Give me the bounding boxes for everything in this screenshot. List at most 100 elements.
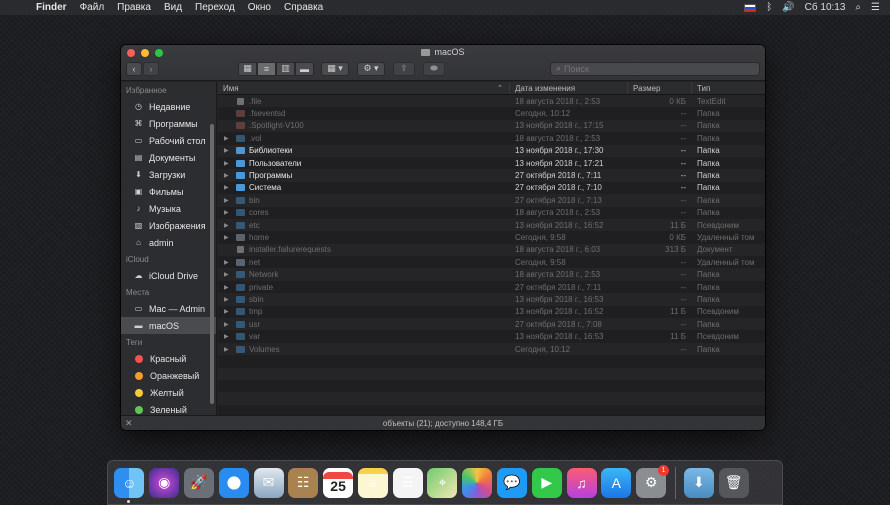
reminders-icon[interactable]: ☰ bbox=[392, 467, 423, 498]
disclosure-triangle-icon[interactable]: ▶ bbox=[224, 160, 233, 167]
safari-icon[interactable]: ✦ bbox=[218, 467, 249, 498]
table-row[interactable]: ▶ net Сегодня, 9:58 -- Удаленный том bbox=[218, 256, 765, 269]
menu-finder[interactable]: Finder bbox=[36, 2, 67, 13]
table-row[interactable]: ▶ etc 13 ноября 2018 г., 16:52 11 Б Псевдони… bbox=[218, 218, 765, 232]
menu-help[interactable]: Справка bbox=[284, 2, 323, 13]
bluetooth-icon[interactable]: ᛒ bbox=[766, 2, 772, 13]
column-header-date[interactable]: Дата изменения bbox=[510, 82, 628, 94]
trash-icon[interactable]: 🗑 bbox=[718, 467, 749, 498]
menu-edit[interactable]: Правка bbox=[117, 2, 151, 13]
disclosure-triangle-icon[interactable]: ▶ bbox=[224, 172, 233, 179]
disclosure-triangle-icon[interactable]: ▶ bbox=[224, 321, 233, 328]
sidebar-item-favorites-0[interactable]: ◷ Недавние bbox=[121, 98, 216, 115]
share-button[interactable]: ⇪ bbox=[393, 61, 415, 76]
table-row[interactable]: ▶ cores 18 августа 2018 г., 2:53 -- Папка bbox=[218, 206, 765, 219]
sidebar-item-favorites-6[interactable]: ♪ Музыка bbox=[121, 200, 216, 217]
menu-window[interactable]: Окно bbox=[248, 2, 271, 13]
disclosure-triangle-icon[interactable]: ▶ bbox=[224, 308, 233, 315]
table-row[interactable]: installer.failurerequests 18 августа 2018… bbox=[218, 243, 765, 257]
sidebar-item-favorites-2[interactable]: ▭ Рабочий стол bbox=[121, 132, 216, 149]
sidebar-item-favorites-3[interactable]: ▤ Документы bbox=[121, 149, 216, 166]
siri-icon[interactable]: ◉ bbox=[149, 467, 180, 498]
sidebar-tag-0[interactable]: Красный bbox=[121, 350, 216, 367]
system-preferences-icon[interactable]: ⚙ 1 bbox=[636, 464, 670, 498]
search-input[interactable] bbox=[564, 63, 745, 74]
disclosure-triangle-icon[interactable]: ▶ bbox=[224, 234, 233, 241]
table-row[interactable]: ▶ var 13 ноября 2018 г., 16:53 11 Б Псевдони… bbox=[218, 330, 765, 343]
menu-view[interactable]: Вид bbox=[164, 2, 182, 13]
table-row[interactable]: ▶ Библиотеки 13 ноября 2018 г., 17:30 -- Пап… bbox=[218, 144, 765, 157]
title-bar[interactable]: macOS ‹ › ▦ ≡ ▥ ▬ ▦ ▾ ⚙ ▾ ⇪ ⬬ ⌕ bbox=[121, 45, 765, 81]
contacts-icon[interactable]: ☷ bbox=[288, 467, 319, 498]
forward-button[interactable]: › bbox=[143, 61, 159, 76]
downloads-folder-icon[interactable]: ⬇ bbox=[683, 467, 714, 498]
itunes-icon[interactable]: ♫ bbox=[566, 467, 597, 498]
menu-go[interactable]: Переход bbox=[195, 2, 235, 13]
back-button[interactable]: ‹ bbox=[126, 61, 142, 76]
disclosure-triangle-icon[interactable]: ▶ bbox=[224, 333, 233, 340]
table-row[interactable]: ▶ usr 27 октября 2018 г., 7:08 -- Папка bbox=[218, 318, 765, 331]
table-row[interactable]: ▶ bin 27 октября 2018 г., 7:13 -- Папка bbox=[218, 194, 765, 207]
messages-icon[interactable]: 💬 bbox=[496, 467, 527, 498]
table-row[interactable]: .fseventsd Сегодня, 10:12 -- Папка bbox=[218, 107, 765, 120]
disclosure-triangle-icon[interactable]: ▶ bbox=[224, 147, 233, 154]
disclosure-triangle-icon[interactable]: ▶ bbox=[224, 271, 233, 278]
sidebar-item-locations-1[interactable]: ▬ macOS bbox=[121, 317, 216, 334]
disclosure-triangle-icon[interactable]: ▶ bbox=[224, 296, 233, 303]
table-row[interactable]: ▶ .vol 18 августа 2018 г., 2:53 -- Папка bbox=[218, 132, 765, 145]
sidebar-tag-3[interactable]: Зеленый bbox=[121, 401, 216, 415]
appstore-icon[interactable]: A bbox=[601, 467, 632, 498]
finder-icon[interactable]: ☺ bbox=[114, 467, 145, 503]
menu-file[interactable]: Файл bbox=[80, 2, 105, 13]
column-header-kind[interactable]: Тип bbox=[692, 82, 765, 94]
sidebar-tag-2[interactable]: Желтый bbox=[121, 384, 216, 401]
volume-icon[interactable]: 🔊 bbox=[782, 2, 794, 13]
sidebar-item-locations-0[interactable]: ▭ Mac — Admin bbox=[121, 300, 216, 317]
sidebar-tag-1[interactable]: Оранжевый bbox=[121, 367, 216, 384]
table-row[interactable]: ▶ private 27 октября 2018 г., 7:11 -- Папка bbox=[218, 280, 765, 294]
icon-view-button[interactable]: ▦ bbox=[238, 61, 257, 76]
disclosure-triangle-icon[interactable]: ▶ bbox=[224, 259, 233, 266]
disclosure-triangle-icon[interactable]: ▶ bbox=[224, 284, 233, 291]
calendar-icon[interactable]: 25 bbox=[323, 467, 354, 498]
disclosure-triangle-icon[interactable]: ▶ bbox=[224, 197, 233, 204]
maps-icon[interactable]: ⌖ bbox=[427, 467, 458, 498]
table-row[interactable]: ▶ sbin 13 ноября 2018 г., 16:53 -- Папка bbox=[218, 293, 765, 306]
sidebar-item-favorites-5[interactable]: ▣ Фильмы bbox=[121, 183, 216, 200]
column-header-name[interactable]: Имя ⌃ bbox=[218, 82, 510, 94]
disclosure-triangle-icon[interactable]: ▶ bbox=[224, 135, 233, 142]
clock[interactable]: Сб 10:13 bbox=[805, 2, 846, 13]
launchpad-icon[interactable]: 🚀 bbox=[183, 467, 214, 498]
table-row[interactable]: ▶ Система 27 октября 2018 г., 7:10 -- Папка bbox=[218, 181, 765, 195]
column-header-size[interactable]: Размер bbox=[628, 82, 692, 94]
table-row[interactable]: ▶ Volumes Сегодня, 10:12 -- Папка bbox=[218, 342, 765, 356]
disclosure-triangle-icon[interactable]: ▶ bbox=[224, 184, 233, 191]
facetime-icon[interactable]: ▶ bbox=[531, 467, 562, 498]
action-button[interactable]: ⚙ ▾ bbox=[357, 61, 385, 76]
column-view-button[interactable]: ▥ bbox=[276, 61, 295, 76]
mail-icon[interactable]: ✉ bbox=[253, 467, 284, 498]
table-row[interactable]: ▶ Пользователи 13 ноября 2018 г., 17:21 -- П… bbox=[218, 156, 765, 170]
list-view-button[interactable]: ≡ bbox=[257, 61, 276, 76]
notification-center-icon[interactable]: ☰ bbox=[871, 2, 880, 13]
photos-icon[interactable] bbox=[462, 467, 493, 498]
sidebar-item-icloud-0[interactable]: ☁ iCloud Drive bbox=[121, 267, 216, 284]
gallery-view-button[interactable]: ▬ bbox=[295, 61, 314, 76]
russian-flag-icon[interactable] bbox=[744, 3, 757, 12]
disclosure-triangle-icon[interactable]: ▶ bbox=[224, 209, 233, 216]
disclosure-triangle-icon[interactable]: ▶ bbox=[224, 222, 233, 229]
sidebar-item-favorites-7[interactable]: ▧ Изображения bbox=[121, 217, 216, 234]
table-row[interactable]: ▶ tmp 13 ноября 2018 г., 16:52 11 Б Псевдони… bbox=[218, 305, 765, 319]
table-row[interactable]: .Spotlight-V100 13 ноября 2018 г., 17:15 -… bbox=[218, 119, 765, 133]
sidebar-scrollbar[interactable] bbox=[210, 124, 214, 404]
group-button[interactable]: ▦ ▾ bbox=[321, 61, 349, 76]
table-row[interactable]: ▶ home Сегодня, 9:58 0 КБ Удаленный том bbox=[218, 231, 765, 244]
table-row[interactable]: ▶ Network 18 августа 2018 г., 2:53 -- Папка bbox=[218, 268, 765, 281]
notes-icon[interactable]: ≡ bbox=[357, 467, 388, 498]
disclosure-triangle-icon[interactable]: ▶ bbox=[224, 346, 233, 353]
close-path-icon[interactable]: ✕ bbox=[125, 418, 133, 429]
sidebar-item-favorites-8[interactable]: ⌂ admin bbox=[121, 234, 216, 251]
sidebar-item-favorites-1[interactable]: ⌘ Программы bbox=[121, 115, 216, 132]
spotlight-icon[interactable]: ⌕ bbox=[855, 2, 861, 13]
table-row[interactable]: .file 18 августа 2018 г., 2:53 0 КБ TextEdi… bbox=[218, 95, 765, 108]
